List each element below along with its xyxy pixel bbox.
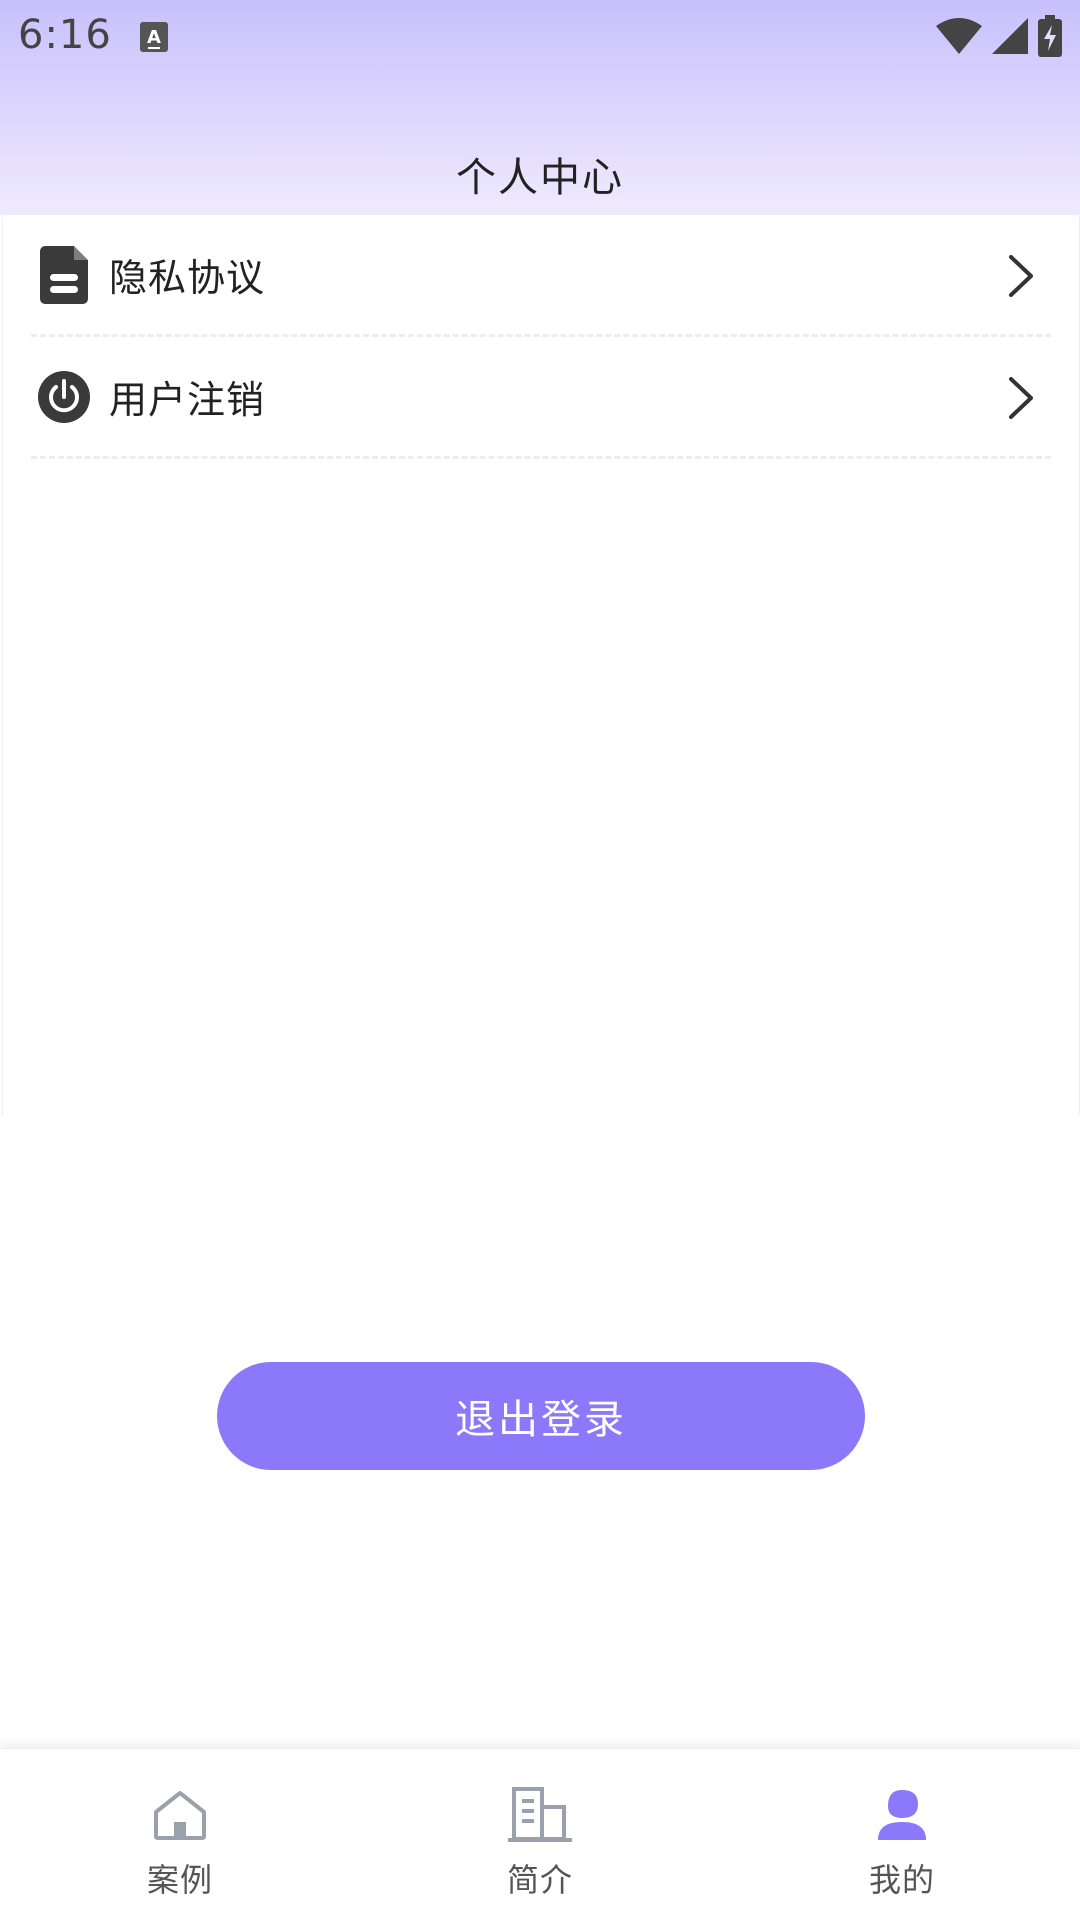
- home-icon: [145, 1785, 215, 1845]
- page-title: 个人中心: [456, 155, 624, 201]
- tab-cases[interactable]: 案例: [80, 1749, 280, 1921]
- svg-text:A: A: [147, 27, 161, 48]
- wifi-icon: [936, 18, 982, 54]
- tab-label: 我的: [868, 1861, 935, 1899]
- tab-label: 简介: [506, 1861, 573, 1899]
- power-icon: [35, 368, 93, 426]
- person-icon: [867, 1785, 937, 1845]
- tab-intro[interactable]: 简介: [440, 1749, 640, 1921]
- document-icon: [35, 245, 93, 304]
- chevron-right-icon: [1009, 255, 1033, 297]
- menu-item-deregister[interactable]: 用户注销: [31, 337, 1051, 459]
- header: 6:16 A 个人中心: [0, 0, 1080, 215]
- status-time: 6:16: [18, 12, 112, 58]
- menu-item-label: 用户注销: [109, 378, 266, 422]
- building-icon: [505, 1785, 575, 1845]
- menu-panel: 隐私协议 用户注销: [2, 215, 1080, 1115]
- menu-item-label: 隐私协议: [109, 256, 266, 300]
- chevron-right-icon: [1009, 377, 1033, 419]
- keyboard-a-icon: A: [140, 22, 168, 52]
- tab-mine[interactable]: 我的: [802, 1749, 1002, 1921]
- signal-icon: [992, 18, 1028, 54]
- status-bar: 6:16 A: [0, 0, 1080, 80]
- menu-item-privacy[interactable]: 隐私协议: [31, 215, 1051, 337]
- tab-label: 案例: [146, 1861, 213, 1899]
- battery-icon: [1038, 15, 1062, 57]
- status-icons: [936, 14, 1062, 58]
- tab-bar: 案例 简介 我的: [0, 1748, 1080, 1921]
- logout-button[interactable]: 退出登录: [217, 1362, 865, 1470]
